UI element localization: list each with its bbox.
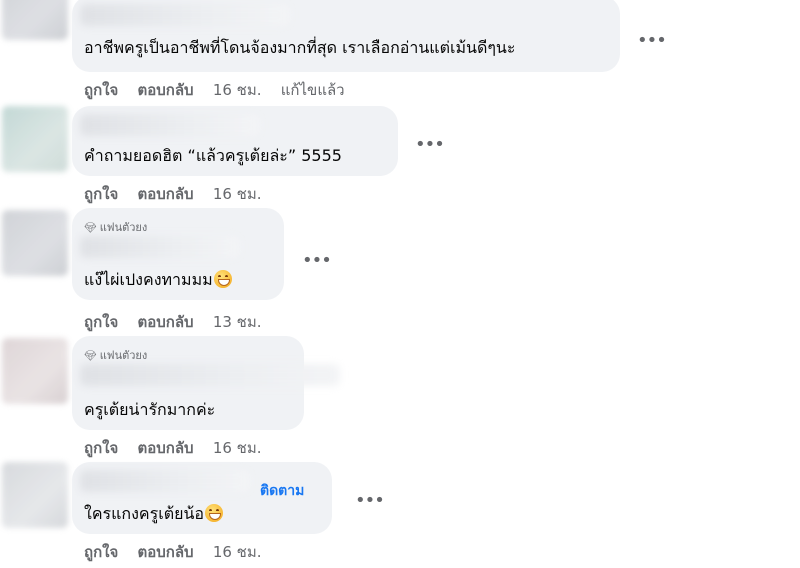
grinning-sweat-emoji: [213, 270, 232, 288]
fan-badge: 💎︎ แฟนตัวยง: [84, 221, 148, 234]
commenter-name-blurred[interactable]: [80, 364, 340, 386]
comment-actions: ถูกใจ ตอบกลับ 13 ชม.: [84, 310, 276, 334]
comment-text: อาชีพครูเป็นอาชีพที่โดนจ้องมากที่สุด เรา…: [84, 38, 516, 57]
comment-text: ครูเต้ยน่ารักมากค่ะ: [84, 400, 216, 419]
fan-badge: 💎︎ แฟนตัวยง: [84, 349, 148, 362]
timestamp[interactable]: 16 ชม.: [213, 439, 262, 457]
commenter-name-blurred[interactable]: [80, 4, 290, 26]
reply-button[interactable]: ตอบกลับ: [138, 81, 194, 99]
grinning-emoji: [205, 504, 223, 522]
more-options-icon[interactable]: •••: [302, 252, 332, 270]
comment-actions: ถูกใจ ตอบกลับ 16 ชม. แก้ไขแล้ว: [84, 78, 359, 102]
follow-button[interactable]: ติดตาม: [260, 480, 304, 502]
more-options-icon[interactable]: •••: [355, 492, 385, 510]
timestamp[interactable]: 16 ชม.: [213, 185, 262, 203]
comment-bubble: 💎︎ แฟนตัวยง แง๊ไผ่เปงคงทามมม: [72, 208, 284, 300]
commenter-name-blurred[interactable]: [80, 114, 260, 136]
comment-actions: ถูกใจ ตอบกลับ 16 ชม.: [84, 436, 276, 460]
timestamp[interactable]: 13 ชม.: [213, 313, 262, 331]
reply-button[interactable]: ตอบกลับ: [138, 543, 194, 561]
reply-button[interactable]: ตอบกลับ: [138, 439, 194, 457]
comment-text: ใครแกงครูเต้ยน้อ: [84, 504, 223, 524]
more-options-icon[interactable]: •••: [637, 32, 667, 50]
commenter-name-blurred[interactable]: [80, 470, 250, 492]
edited-label: แก้ไขแล้ว: [280, 81, 345, 99]
like-button[interactable]: ถูกใจ: [84, 81, 118, 99]
comment-text: คำถามยอดฮิต “แล้วครูเต้ยล่ะ” 5555: [84, 146, 342, 165]
diamond-icon: 💎︎: [84, 351, 97, 362]
comment-text: แง๊ไผ่เปงคงทามมม: [84, 270, 232, 290]
avatar[interactable]: [2, 462, 68, 528]
avatar[interactable]: [2, 0, 68, 40]
commenter-name-blurred[interactable]: [80, 236, 240, 258]
like-button[interactable]: ถูกใจ: [84, 439, 118, 457]
comment-bubble: อาชีพครูเป็นอาชีพที่โดนจ้องมากที่สุด เรา…: [72, 0, 620, 72]
comment-bubble: 💎︎ แฟนตัวยง ครูเต้ยน่ารักมากค่ะ: [72, 336, 340, 430]
reply-button[interactable]: ตอบกลับ: [138, 185, 194, 203]
comment-actions: ถูกใจ ตอบกลับ 16 ชม.: [84, 540, 276, 564]
reply-button[interactable]: ตอบกลับ: [138, 313, 194, 331]
avatar[interactable]: [2, 338, 68, 404]
comment-bubble: คำถามยอดฮิต “แล้วครูเต้ยล่ะ” 5555: [72, 106, 398, 176]
like-button[interactable]: ถูกใจ: [84, 185, 118, 203]
comment-actions: ถูกใจ ตอบกลับ 16 ชม.: [84, 182, 276, 206]
like-button[interactable]: ถูกใจ: [84, 313, 118, 331]
comment-bubble: ติดตาม ใครแกงครูเต้ยน้อ: [72, 462, 332, 534]
avatar[interactable]: [2, 106, 68, 172]
like-button[interactable]: ถูกใจ: [84, 543, 118, 561]
timestamp[interactable]: 16 ชม.: [213, 81, 262, 99]
more-options-icon[interactable]: •••: [415, 136, 445, 154]
avatar[interactable]: [2, 210, 68, 276]
diamond-icon: 💎︎: [84, 223, 97, 234]
timestamp[interactable]: 16 ชม.: [213, 543, 262, 561]
